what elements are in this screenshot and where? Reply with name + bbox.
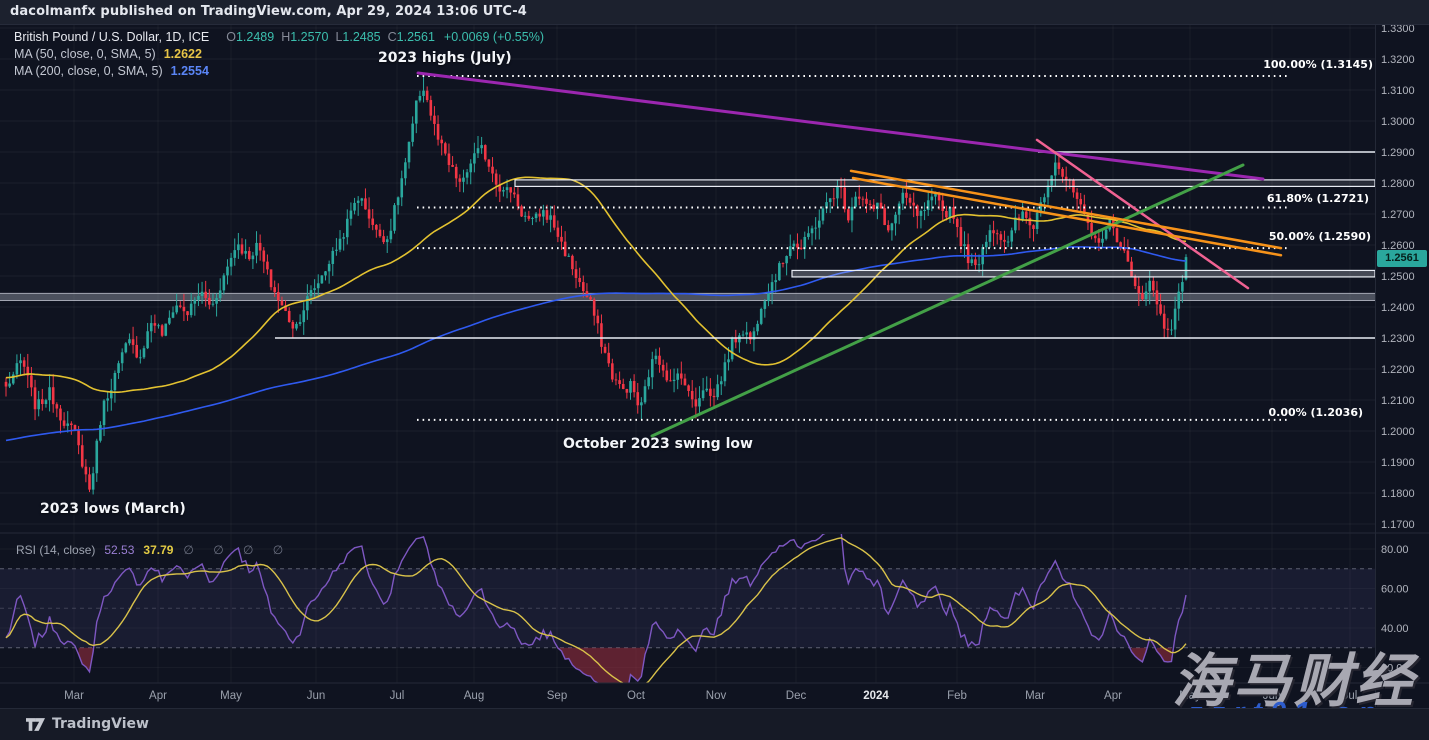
publish-title: dacolmanfx published on TradingView.com,… <box>10 4 527 19</box>
rsi-axis-label: 80.00 <box>1381 544 1409 556</box>
ma200-value: 1.2554 <box>171 64 209 78</box>
rsi-value: 52.53 <box>104 543 134 557</box>
fib-label-0: 0.00% (1.2036) <box>1243 406 1363 419</box>
time-axis-label: Aug <box>464 690 484 702</box>
time-axis-label: Feb <box>947 690 967 702</box>
tradingview-logo-icon <box>26 717 45 732</box>
time-axis-label: Sep <box>547 690 567 702</box>
time-axis-label: Jun <box>307 690 326 702</box>
rsi-label[interactable]: RSI (14, close) <box>16 543 95 557</box>
tradingview-chart-page: 1.1700 1.1800 1.1900 1.2000 1.2100 1.2200 1.23… <box>0 0 1429 739</box>
rsi-empty-values: ∅ ∅ ∅ ∅ <box>183 543 291 557</box>
price-axis-label: 1.2800 <box>1381 178 1415 190</box>
rsi-band <box>0 569 1375 648</box>
price-chart-canvas[interactable]: 1.1700 1.1800 1.1900 1.2000 1.2100 1.2200 1.23… <box>0 0 1429 739</box>
ma50-label[interactable]: MA (50, close, 0, SMA, 5) <box>14 47 156 61</box>
time-axis-label: Jul <box>390 690 405 702</box>
price-axis-label: 1.2400 <box>1381 302 1415 314</box>
price-axis-label: 1.1900 <box>1381 457 1415 469</box>
annotation-2023-lows: 2023 lows (March) <box>40 501 186 517</box>
price-axis-label: 1.2500 <box>1381 271 1415 283</box>
symbol-title[interactable]: British Pound / U.S. Dollar, 1D, ICE <box>14 30 209 44</box>
price-axis-label: 1.2300 <box>1381 333 1415 345</box>
high-value: 1.2570 <box>290 30 328 44</box>
publish-header: dacolmanfx published on TradingView.com,… <box>0 0 1429 25</box>
ma200-label[interactable]: MA (200, close, 0, SMA, 5) <box>14 64 163 78</box>
price-axis-label: 1.1700 <box>1381 519 1415 531</box>
annotation-2023-highs: 2023 highs (July) <box>378 50 512 66</box>
price-axis-label: 1.3200 <box>1381 54 1415 66</box>
open-label: O <box>226 30 236 44</box>
change-value: +0.0069 (+0.55%) <box>444 30 544 44</box>
last-price-badge: 1.2561 <box>1377 250 1427 267</box>
time-axis-label: May <box>220 690 242 702</box>
close-label: C <box>388 30 397 44</box>
close-value: 1.2561 <box>397 30 435 44</box>
low-value: 1.2485 <box>342 30 380 44</box>
bottom-bar: TradingView <box>0 708 1429 740</box>
time-axis-label: Nov <box>706 690 727 702</box>
time-axis-label: 2024 <box>863 690 889 702</box>
price-axis-label: 1.1800 <box>1381 488 1415 500</box>
time-axis-label: Mar <box>64 690 84 702</box>
symbol-row[interactable]: British Pound / U.S. Dollar, 1D, ICEO1.2… <box>14 29 544 46</box>
price-axis-label: 1.3100 <box>1381 85 1415 97</box>
time-axis-label: Apr <box>149 690 167 702</box>
price-axis-label: 1.2100 <box>1381 395 1415 407</box>
time-axis-label: Oct <box>627 690 646 702</box>
price-axis-label: 1.2000 <box>1381 426 1415 438</box>
time-axis-label: Mar <box>1025 690 1045 702</box>
fib-label-100: 100.00% (1.3145) <box>1253 58 1373 71</box>
price-axis-label: 1.2200 <box>1381 364 1415 376</box>
time-axis-label: Dec <box>786 690 807 702</box>
annotation-october-swing-low: October 2023 swing low <box>563 436 753 452</box>
high-label: H <box>281 30 290 44</box>
time-axis-label: Apr <box>1104 690 1122 702</box>
price-axis-label: 1.3000 <box>1381 116 1415 128</box>
price-axis-label: 1.2900 <box>1381 147 1415 159</box>
rsi-axis-label: 60.00 <box>1381 584 1409 596</box>
fib-label-50: 50.00% (1.2590) <box>1251 230 1371 243</box>
tradingview-brand[interactable]: TradingView <box>26 716 149 732</box>
rsi-legend[interactable]: RSI (14, close) 52.53 37.79 ∅ ∅ ∅ ∅ <box>16 543 291 557</box>
fib-label-618: 61.80% (1.2721) <box>1249 192 1369 205</box>
open-value: 1.2489 <box>236 30 274 44</box>
rsi-ma-value: 37.79 <box>143 543 173 557</box>
tradingview-brand-text: TradingView <box>52 716 149 732</box>
ma50-value: 1.2622 <box>164 47 202 61</box>
price-axis-label: 1.2700 <box>1381 209 1415 221</box>
